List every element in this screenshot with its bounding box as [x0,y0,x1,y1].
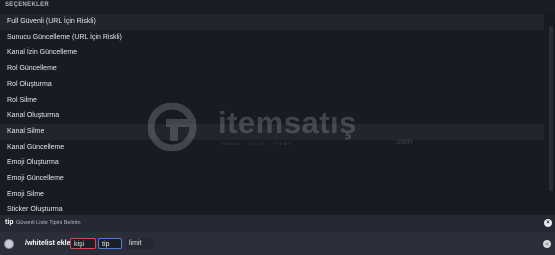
option-kanal-olusturma[interactable]: Kanal Oluşturma [0,108,544,124]
option-full-guvenli[interactable]: Full Güvenli (URL İçin Riskli) [0,14,544,30]
command-option-kisi[interactable]: kişi [70,238,96,249]
command-input-bar[interactable]: /whitelist ekle kişi tip limit ☺ [0,232,555,255]
option-rol-olusturma[interactable]: Rol Oluşturma [0,77,544,93]
option-rol-silme[interactable]: Rol Silme [0,93,544,109]
option-sunucu-guncelleme[interactable]: Sunucu Güncelleme (URL İçin Riskli) [0,30,544,46]
option-kanal-izin-guncelleme[interactable]: Kanal İzin Güncelleme [0,45,544,61]
option-kanal-silme[interactable]: Kanal Silme [0,123,544,140]
options-scrollbar[interactable] [549,26,553,191]
option-emoji-silme[interactable]: Emoji Silme [0,187,544,203]
options-list: Full Güvenli (URL İçin Riskli) Sunucu Gü… [0,12,555,215]
command-option-tip[interactable]: tip [98,238,122,249]
option-rol-guncelleme[interactable]: Rol Güncelleme [0,61,544,77]
hint-option-description: Güvenli Liste Tipini Belirtin [16,220,81,226]
option-sticker-olusturma[interactable]: Sticker Oluşturma [0,202,544,215]
option-emoji-guncelleme[interactable]: Emoji Güncelleme [0,171,544,187]
user-avatar [4,239,14,249]
option-hint-bar: tip Güvenli Liste Tipini Belirtin × [0,215,555,232]
hint-option-name: tip [5,219,14,226]
option-emoji-olusturma[interactable]: Emoji Oluşturma [0,155,544,171]
command-option-limit[interactable]: limit [126,238,154,249]
options-header-title: SEÇENEKLER [5,2,50,8]
command-name: /whitelist ekle [25,240,71,247]
emoji-icon[interactable]: ☺ [543,240,551,248]
close-icon[interactable]: × [544,219,552,227]
option-kanal-guncelleme[interactable]: Kanal Güncelleme [0,140,544,156]
options-header: SEÇENEKLER [0,0,555,12]
